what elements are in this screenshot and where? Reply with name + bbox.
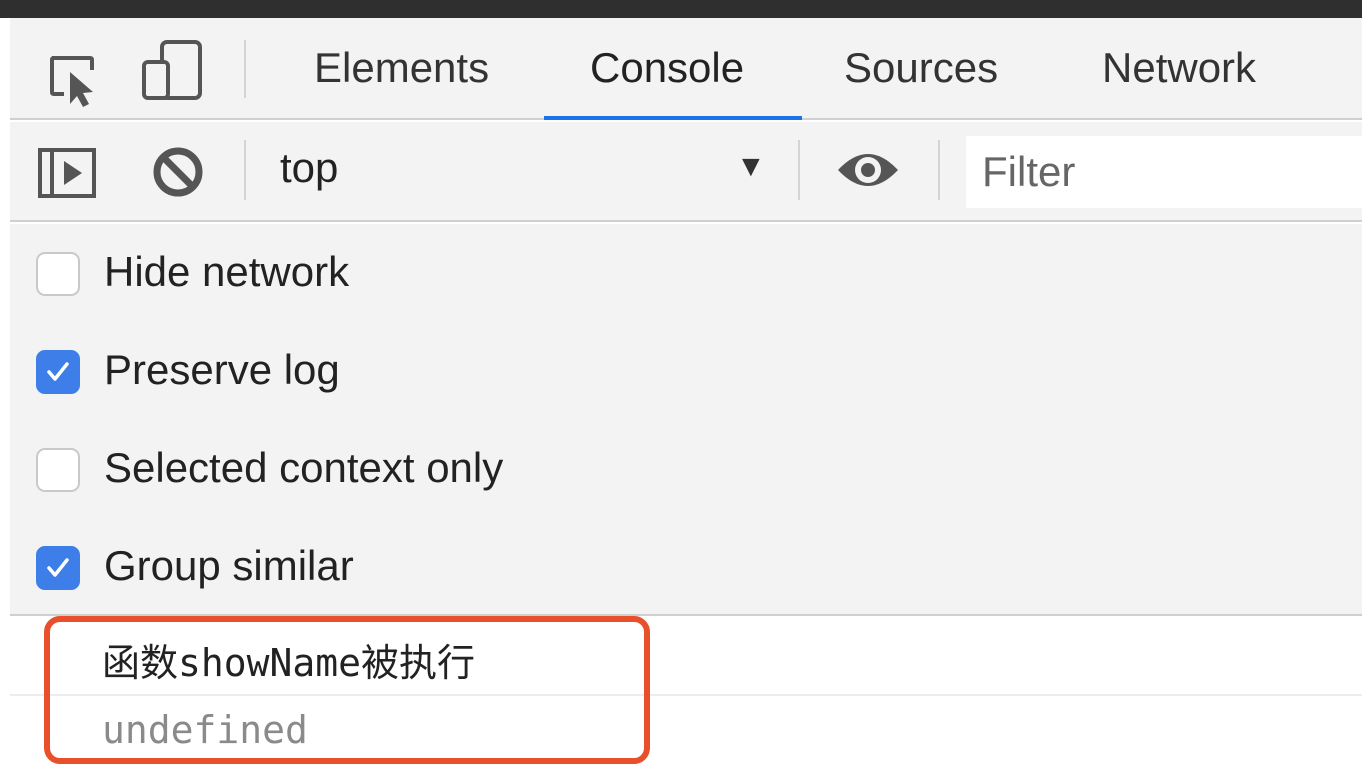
checkmark-icon bbox=[47, 558, 69, 577]
console-result-value: undefined bbox=[102, 708, 308, 752]
dropdown-arrow-icon: ▼ bbox=[736, 150, 766, 183]
show-sidebar-icon[interactable] bbox=[38, 148, 96, 198]
tab-elements[interactable]: Elements bbox=[314, 40, 489, 100]
devtools-tabbar: Elements Console Sources Network bbox=[10, 18, 1362, 120]
device-toolbar-icon[interactable] bbox=[140, 40, 206, 100]
active-tab-indicator bbox=[544, 116, 802, 120]
console-toolbar: top ▼ bbox=[10, 122, 1362, 222]
toolbar-separator bbox=[244, 40, 246, 98]
selected-context-only-option[interactable]: Selected context only bbox=[10, 434, 810, 504]
filter-input[interactable] bbox=[966, 136, 1362, 208]
console-settings-pane: Hide network Preserve log Selected conte… bbox=[10, 224, 1362, 616]
window-top-border bbox=[0, 0, 1362, 18]
group-similar-checkbox[interactable] bbox=[36, 546, 80, 590]
setting-label: Selected context only bbox=[104, 444, 504, 491]
setting-label: Preserve log bbox=[104, 346, 340, 393]
tab-console[interactable]: Console bbox=[590, 40, 744, 100]
tab-sources[interactable]: Sources bbox=[844, 40, 998, 100]
setting-label: Hide network bbox=[104, 248, 350, 295]
hide-network-checkbox[interactable] bbox=[36, 252, 80, 296]
console-log-message: 函数showName被执行 bbox=[102, 641, 476, 685]
clear-console-icon[interactable] bbox=[150, 144, 206, 200]
preserve-log-option[interactable]: Preserve log bbox=[10, 336, 810, 406]
context-selector[interactable]: top ▼ bbox=[270, 138, 780, 202]
message-divider bbox=[10, 694, 1362, 696]
hide-network-option[interactable]: Hide network bbox=[10, 238, 810, 308]
tab-network[interactable]: Network bbox=[1102, 40, 1256, 100]
toolbar-separator bbox=[798, 140, 800, 200]
inspect-element-icon[interactable] bbox=[46, 52, 102, 108]
context-label: top bbox=[280, 144, 339, 191]
console-output: 函数showName被执行 undefined bbox=[10, 618, 1362, 767]
selected-context-only-checkbox[interactable] bbox=[36, 448, 80, 492]
toolbar-separator bbox=[244, 140, 246, 200]
preserve-log-checkbox[interactable] bbox=[36, 350, 80, 394]
group-similar-option[interactable]: Group similar bbox=[10, 532, 810, 602]
live-expression-eye-icon[interactable] bbox=[836, 144, 900, 196]
toolbar-separator bbox=[938, 140, 940, 200]
setting-label: Group similar bbox=[104, 542, 354, 589]
checkmark-icon bbox=[47, 362, 69, 381]
